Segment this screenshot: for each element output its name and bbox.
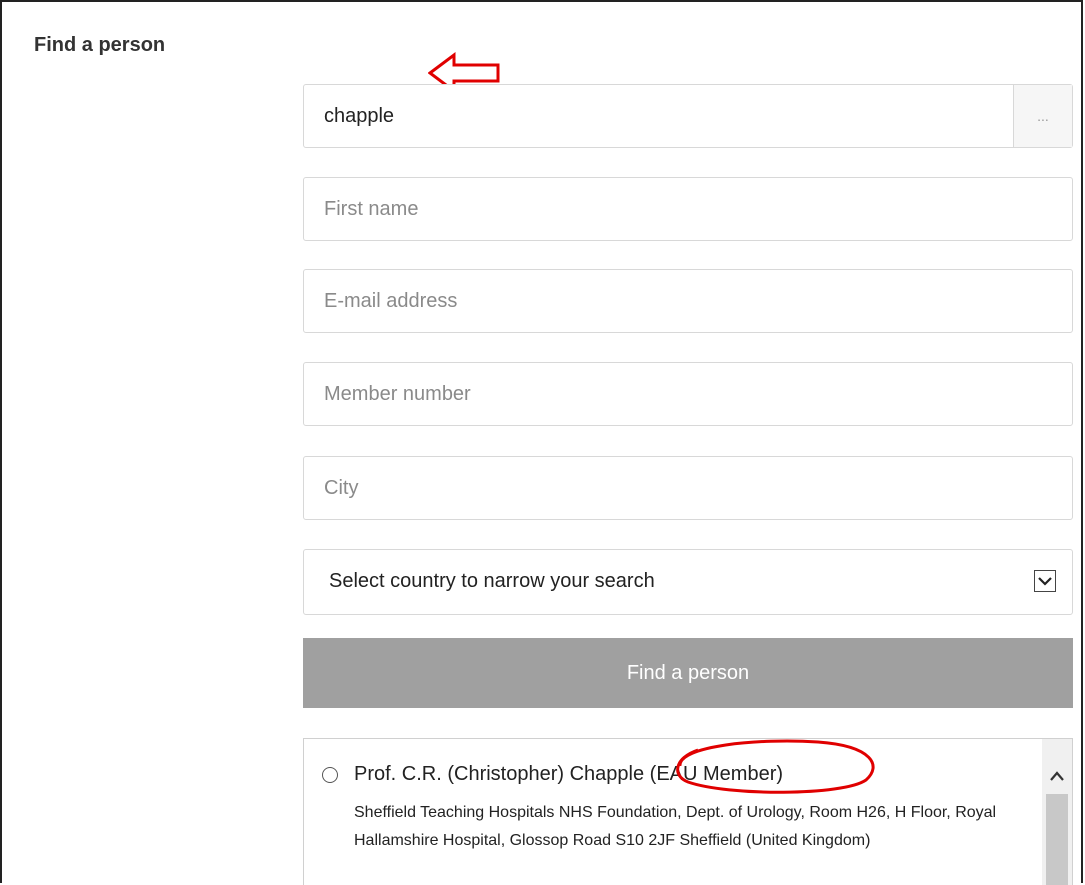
first-name-input[interactable] [324, 178, 1004, 240]
email-field[interactable] [303, 269, 1073, 333]
find-person-button[interactable]: Find a person [303, 638, 1073, 708]
chevron-up-icon[interactable] [1042, 763, 1072, 789]
email-input[interactable] [324, 270, 1004, 332]
city-field[interactable] [303, 456, 1073, 520]
chevron-down-icon[interactable] [1034, 570, 1056, 592]
results-list: Prof. C.R. (Christopher) Chapple (EAU Me… [303, 738, 1073, 885]
last-name-field[interactable]: ... [303, 84, 1073, 148]
scrollbar-thumb[interactable] [1046, 794, 1068, 885]
last-name-input[interactable] [324, 85, 1004, 147]
result-name[interactable]: Prof. C.R. (Christopher) Chapple (EAU Me… [354, 763, 783, 786]
member-number-field[interactable] [303, 362, 1073, 426]
city-input[interactable] [324, 457, 1004, 519]
country-select-value: Select country to narrow your search [329, 570, 655, 592]
page-title: Find a person [34, 34, 166, 56]
first-name-field[interactable] [303, 177, 1073, 241]
results-scrollbar[interactable] [1042, 739, 1072, 885]
result-radio[interactable] [322, 767, 338, 783]
country-select[interactable]: Select country to narrow your search [303, 549, 1073, 615]
result-address: Sheffield Teaching Hospitals NHS Foundat… [354, 804, 997, 849]
member-number-input[interactable] [324, 363, 1004, 425]
more-options-button[interactable]: ... [1013, 85, 1072, 147]
